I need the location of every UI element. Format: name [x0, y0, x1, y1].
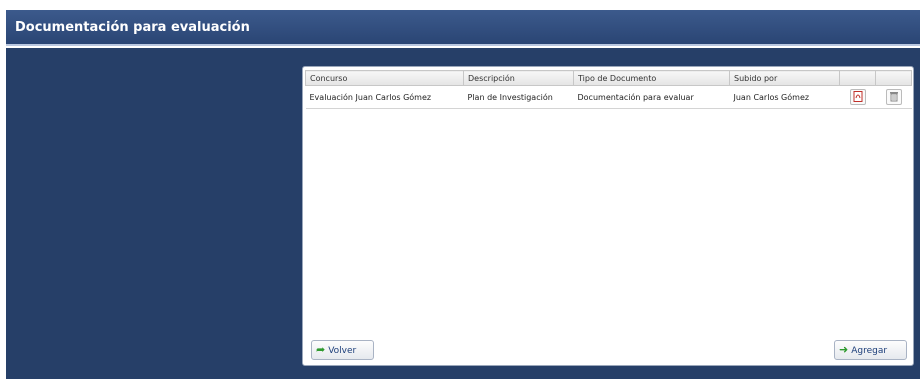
pdf-icon[interactable] [849, 89, 866, 105]
back-arrow-icon: ➦ [316, 343, 326, 356]
cell-descripcion: Plan de Investigación [463, 85, 574, 109]
column-header-tipo-documento[interactable]: Tipo de Documento [573, 70, 730, 86]
page-title: Documentación para evaluación [15, 20, 250, 35]
documents-panel: Concurso Descripción Tipo de Documento S… [302, 66, 914, 366]
trash-icon[interactable] [885, 89, 902, 105]
cell-subido-por: Juan Carlos Gómez [729, 85, 840, 109]
table-header-row: Concurso Descripción Tipo de Documento S… [305, 70, 912, 86]
agregar-button[interactable]: ➜ Agregar [834, 340, 907, 360]
documents-table: Concurso Descripción Tipo de Documento S… [305, 70, 912, 109]
cell-concurso: Evaluación Juan Carlos Gómez [305, 85, 464, 109]
table-row[interactable]: Evaluación Juan Carlos Gómez Plan de Inv… [305, 85, 912, 109]
agregar-button-label: Agregar [851, 346, 888, 356]
column-header-subido-por[interactable]: Subido por [729, 70, 840, 86]
column-header-delete [875, 70, 912, 86]
page-header: Documentación para evaluación [6, 10, 920, 46]
cell-delete [875, 85, 912, 109]
volver-button[interactable]: ➦ Volver [311, 340, 374, 360]
column-header-descripcion[interactable]: Descripción [463, 70, 574, 86]
column-header-view [839, 70, 876, 86]
volver-button-label: Volver [328, 346, 357, 356]
cell-tipo-documento: Documentación para evaluar [573, 85, 730, 109]
cell-view [839, 85, 876, 109]
add-arrow-icon: ➜ [839, 343, 849, 356]
column-header-concurso[interactable]: Concurso [305, 70, 464, 86]
